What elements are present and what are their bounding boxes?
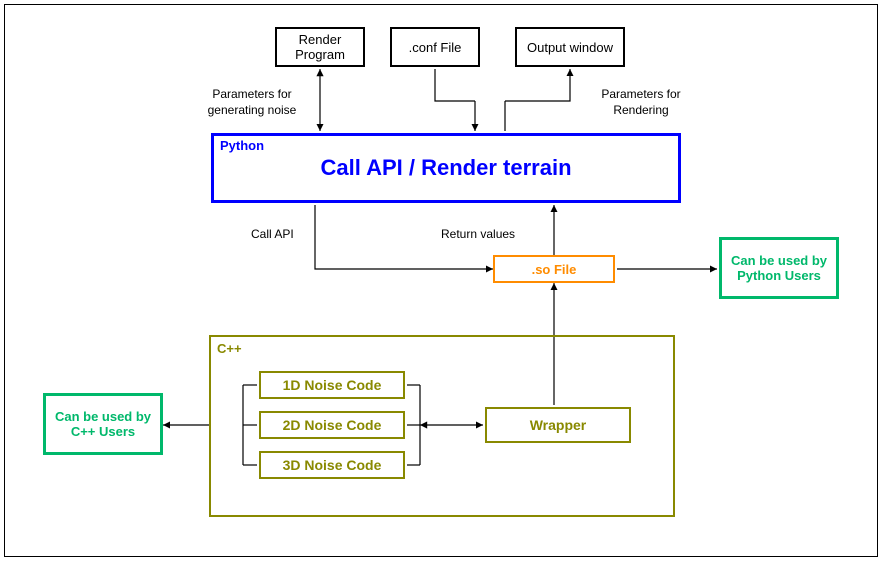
noise-2d-box: 2D Noise Code [259, 411, 405, 439]
noise-3d-box: 3D Noise Code [259, 451, 405, 479]
python-box: Python Call API / Render terrain [211, 133, 681, 203]
noise-1d-box: 1D Noise Code [259, 371, 405, 399]
render-program-box: Render Program [275, 27, 365, 67]
python-main-label: Call API / Render terrain [320, 155, 571, 181]
conf-file-box: .conf File [390, 27, 480, 67]
label-return-values: Return values [441, 227, 515, 243]
python-language-label: Python [220, 138, 264, 153]
python-users-box: Can be used by Python Users [719, 237, 839, 299]
so-file-box: .so File [493, 255, 615, 283]
label-params-noise: Parameters for generating noise [197, 87, 307, 118]
output-window-box: Output window [515, 27, 625, 67]
label-call-api: Call API [251, 227, 294, 243]
cpp-language-label: C++ [217, 341, 242, 356]
diagram-frame: Render Program .conf File Output window … [4, 4, 878, 557]
label-params-render: Parameters for Rendering [591, 87, 691, 118]
cpp-users-box: Can be used by C++ Users [43, 393, 163, 455]
wrapper-box: Wrapper [485, 407, 631, 443]
